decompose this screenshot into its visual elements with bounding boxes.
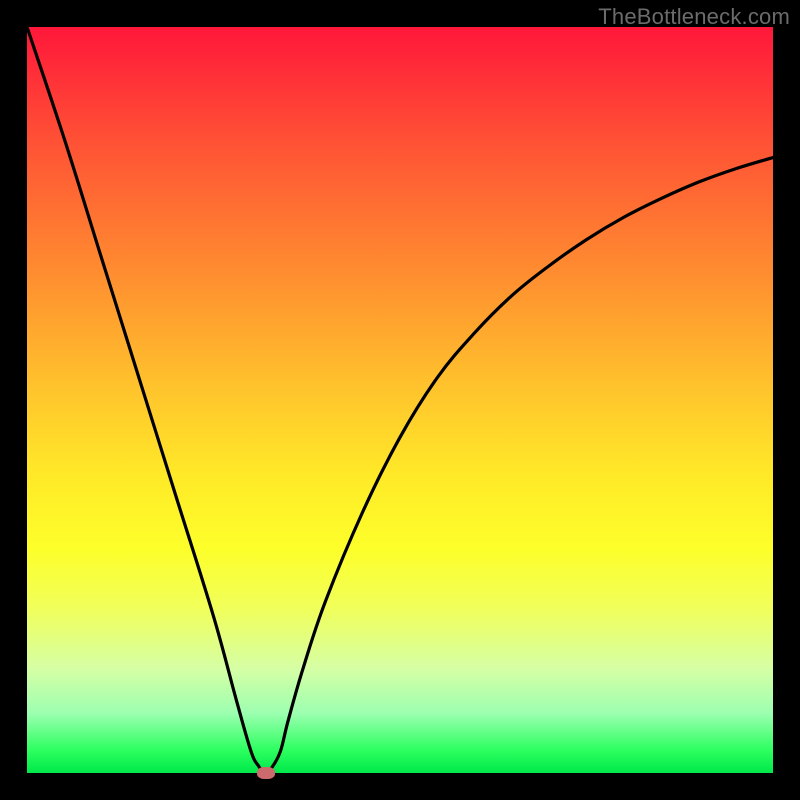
plot-area bbox=[27, 27, 773, 773]
attribution-text: TheBottleneck.com bbox=[598, 4, 790, 30]
curve-svg bbox=[27, 27, 773, 773]
chart-frame: TheBottleneck.com bbox=[0, 0, 800, 800]
minimum-marker bbox=[257, 767, 275, 779]
bottleneck-curve-path bbox=[27, 27, 773, 773]
